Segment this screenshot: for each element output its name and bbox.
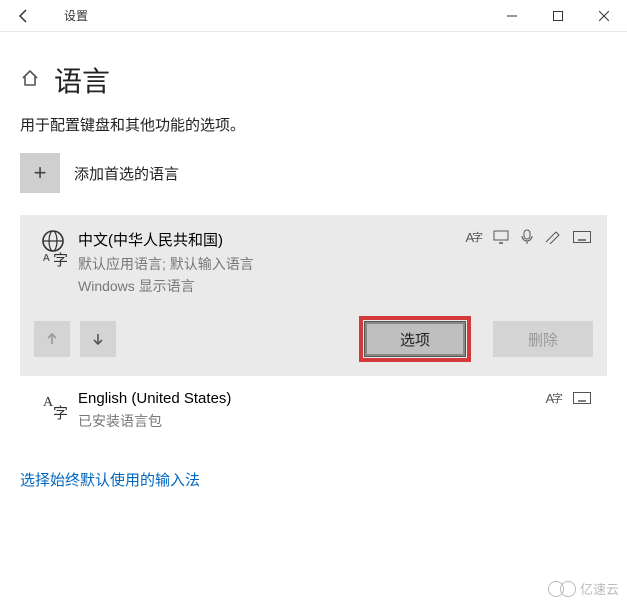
language-item-chinese[interactable]: 字 A 中文(中华人民共和国) 默认应用语言; 默认输入语言 Windows 显… — [20, 215, 607, 376]
delete-button: 删除 — [493, 321, 593, 357]
language-desc2: Windows 显示语言 — [78, 276, 466, 296]
language-name: English (United States) — [78, 390, 546, 407]
text-to-speech-icon: A字 — [466, 229, 482, 245]
language-desc: 已安装语言包 — [78, 411, 546, 431]
back-button[interactable] — [0, 0, 48, 32]
maximize-button[interactable] — [535, 0, 581, 32]
svg-text:字: 字 — [53, 405, 68, 422]
move-up-button — [34, 321, 70, 357]
svg-text:A: A — [43, 253, 50, 264]
globe-language-icon: 字 A — [34, 229, 78, 269]
add-language-label: 添加首选的语言 — [74, 163, 179, 184]
add-language-row[interactable]: + 添加首选的语言 — [0, 153, 627, 215]
language-name: 中文(中华人民共和国) — [78, 229, 466, 250]
window-title: 设置 — [48, 7, 489, 24]
page-title: 语言 — [54, 60, 110, 100]
options-button[interactable]: 选项 — [365, 322, 465, 356]
handwriting-icon — [545, 229, 561, 245]
page-subtitle: 用于配置键盘和其他功能的选项。 — [0, 108, 627, 153]
options-highlight: 选项 — [359, 316, 471, 362]
close-button[interactable] — [581, 0, 627, 32]
plus-icon: + — [20, 153, 60, 193]
language-item-english[interactable]: A 字 English (United States) 已安装语言包 A字 — [20, 376, 607, 445]
keyboard-icon — [573, 229, 591, 245]
speech-icon — [521, 229, 533, 245]
minimize-button[interactable] — [489, 0, 535, 32]
language-glyph-icon: A 字 — [34, 390, 78, 424]
language-desc: 默认应用语言; 默认输入语言 — [78, 254, 466, 274]
watermark: 亿速云 — [548, 579, 619, 598]
display-icon — [493, 229, 509, 245]
home-icon[interactable] — [20, 68, 40, 93]
move-down-button[interactable] — [80, 321, 116, 357]
svg-text:字: 字 — [53, 252, 68, 269]
text-to-speech-icon: A字 — [546, 390, 562, 406]
default-ime-link[interactable]: 选择始终默认使用的输入法 — [0, 445, 220, 514]
keyboard-icon — [573, 390, 591, 406]
